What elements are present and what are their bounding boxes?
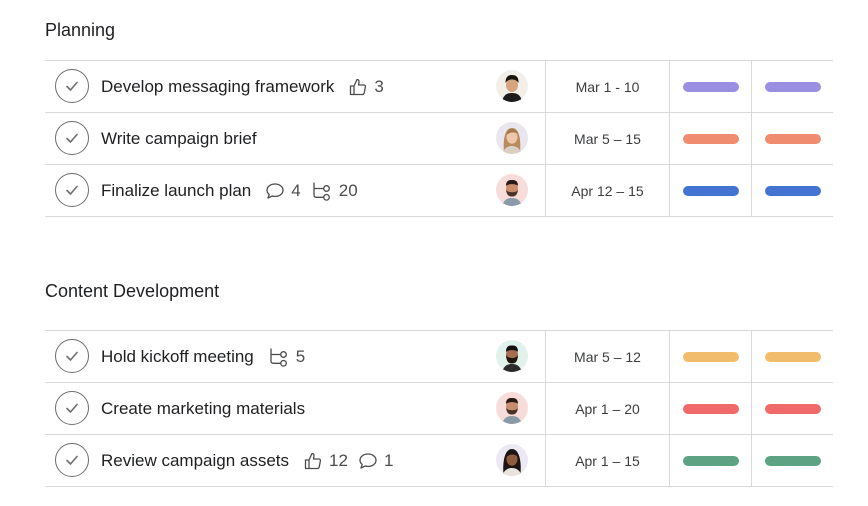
checkmark-icon	[63, 347, 81, 365]
task-name[interactable]: Review campaign assets	[101, 451, 289, 471]
color-field-cell[interactable]	[669, 331, 751, 382]
comments-count[interactable]: 1	[358, 451, 393, 471]
subtasks-count[interactable]: 20	[311, 181, 358, 201]
subtask-icon	[268, 347, 296, 367]
assignee-avatar[interactable]	[496, 444, 528, 476]
subtasks-count-value: 5	[295, 346, 306, 366]
color-tag	[682, 185, 739, 196]
color-field-cell[interactable]	[751, 383, 833, 434]
complete-task-button[interactable]	[55, 339, 89, 373]
likes-count[interactable]: 3	[348, 76, 384, 97]
color-tag	[764, 403, 821, 414]
complete-task-button[interactable]	[55, 69, 89, 103]
thumbs-up-icon	[348, 77, 374, 97]
comment-icon	[265, 182, 291, 200]
assignee-avatar[interactable]	[496, 392, 528, 424]
complete-task-button[interactable]	[55, 121, 89, 155]
task-name-cell[interactable]: Write campaign brief	[101, 113, 257, 164]
assignee-avatar[interactable]	[496, 174, 528, 206]
complete-task-button[interactable]	[55, 391, 89, 425]
due-date[interactable]: Apr 1 – 20	[545, 383, 669, 434]
comment-icon	[358, 452, 384, 470]
color-field-cell[interactable]	[669, 113, 751, 164]
checkmark-icon	[63, 399, 81, 417]
task-name-cell[interactable]: Review campaign assets 12 1	[101, 435, 393, 486]
task-name-cell[interactable]: Finalize launch plan 4 20	[101, 165, 358, 216]
color-field-cell[interactable]	[669, 61, 751, 112]
task-name-cell[interactable]: Create marketing materials	[101, 383, 305, 434]
task-table-planning: Develop messaging framework 3 Mar 1 - 10 Wr…	[45, 60, 833, 217]
likes-count-value: 12	[329, 450, 348, 470]
task-row[interactable]: Finalize launch plan 4 20 Apr 12 – 15	[45, 165, 833, 217]
due-date[interactable]: Mar 1 - 10	[545, 61, 669, 112]
color-tag	[764, 133, 821, 144]
task-name[interactable]: Finalize launch plan	[101, 181, 251, 201]
assignee-avatar[interactable]	[496, 340, 528, 372]
color-field-cell[interactable]	[669, 435, 751, 486]
color-tag	[682, 455, 739, 466]
color-tag	[682, 351, 739, 362]
complete-task-button[interactable]	[55, 173, 89, 207]
task-row[interactable]: Review campaign assets 12 1 Apr 1 – 15	[45, 435, 833, 487]
task-table-content-development: Hold kickoff meeting 5 Mar 5 – 12 Create ma…	[45, 330, 833, 487]
color-tag	[764, 455, 821, 466]
task-name[interactable]: Write campaign brief	[101, 129, 257, 149]
comments-count-value: 1	[383, 450, 394, 470]
assignee-avatar[interactable]	[496, 70, 528, 102]
complete-task-button[interactable]	[55, 443, 89, 477]
task-name[interactable]: Create marketing materials	[101, 399, 305, 419]
thumbs-up-icon	[303, 451, 329, 471]
section-title-planning: Planning	[45, 20, 116, 40]
task-row[interactable]: Write campaign brief Mar 5 – 15	[45, 113, 833, 165]
task-row[interactable]: Hold kickoff meeting 5 Mar 5 – 12	[45, 331, 833, 383]
color-field-cell[interactable]	[669, 165, 751, 216]
due-date[interactable]: Apr 1 – 15	[545, 435, 669, 486]
due-date[interactable]: Apr 12 – 15	[545, 165, 669, 216]
color-tag	[764, 185, 821, 196]
color-tag	[764, 351, 821, 362]
checkmark-icon	[63, 77, 81, 95]
color-field-cell[interactable]	[751, 113, 833, 164]
task-row[interactable]: Create marketing materials Apr 1 – 20	[45, 383, 833, 435]
task-row[interactable]: Develop messaging framework 3 Mar 1 - 10	[45, 61, 833, 113]
likes-count[interactable]: 12	[303, 451, 348, 471]
task-name[interactable]: Develop messaging framework	[101, 77, 334, 97]
color-tag	[682, 81, 739, 92]
checkmark-icon	[63, 181, 81, 199]
task-name[interactable]: Hold kickoff meeting	[101, 347, 254, 367]
color-field-cell[interactable]	[751, 165, 833, 216]
comments-count[interactable]: 4	[265, 180, 301, 201]
subtasks-count[interactable]: 5	[268, 347, 305, 367]
color-tag	[682, 403, 739, 414]
color-field-cell[interactable]	[751, 331, 833, 382]
checkmark-icon	[63, 129, 81, 147]
section-title-content-development: Content Development	[45, 281, 220, 301]
task-name-cell[interactable]: Hold kickoff meeting 5	[101, 331, 305, 382]
color-field-cell[interactable]	[751, 61, 833, 112]
task-name-cell[interactable]: Develop messaging framework 3	[101, 61, 384, 112]
likes-count-value: 3	[374, 76, 384, 96]
color-field-cell[interactable]	[751, 435, 833, 486]
color-tag	[682, 133, 739, 144]
due-date[interactable]: Mar 5 – 12	[545, 331, 669, 382]
checkmark-icon	[63, 451, 81, 469]
comments-count-value: 4	[291, 180, 301, 200]
subtask-icon	[311, 181, 339, 201]
color-tag	[764, 81, 821, 92]
due-date[interactable]: Mar 5 – 15	[545, 113, 669, 164]
color-field-cell[interactable]	[669, 383, 751, 434]
subtasks-count-value: 20	[338, 180, 358, 200]
assignee-avatar[interactable]	[496, 122, 528, 154]
